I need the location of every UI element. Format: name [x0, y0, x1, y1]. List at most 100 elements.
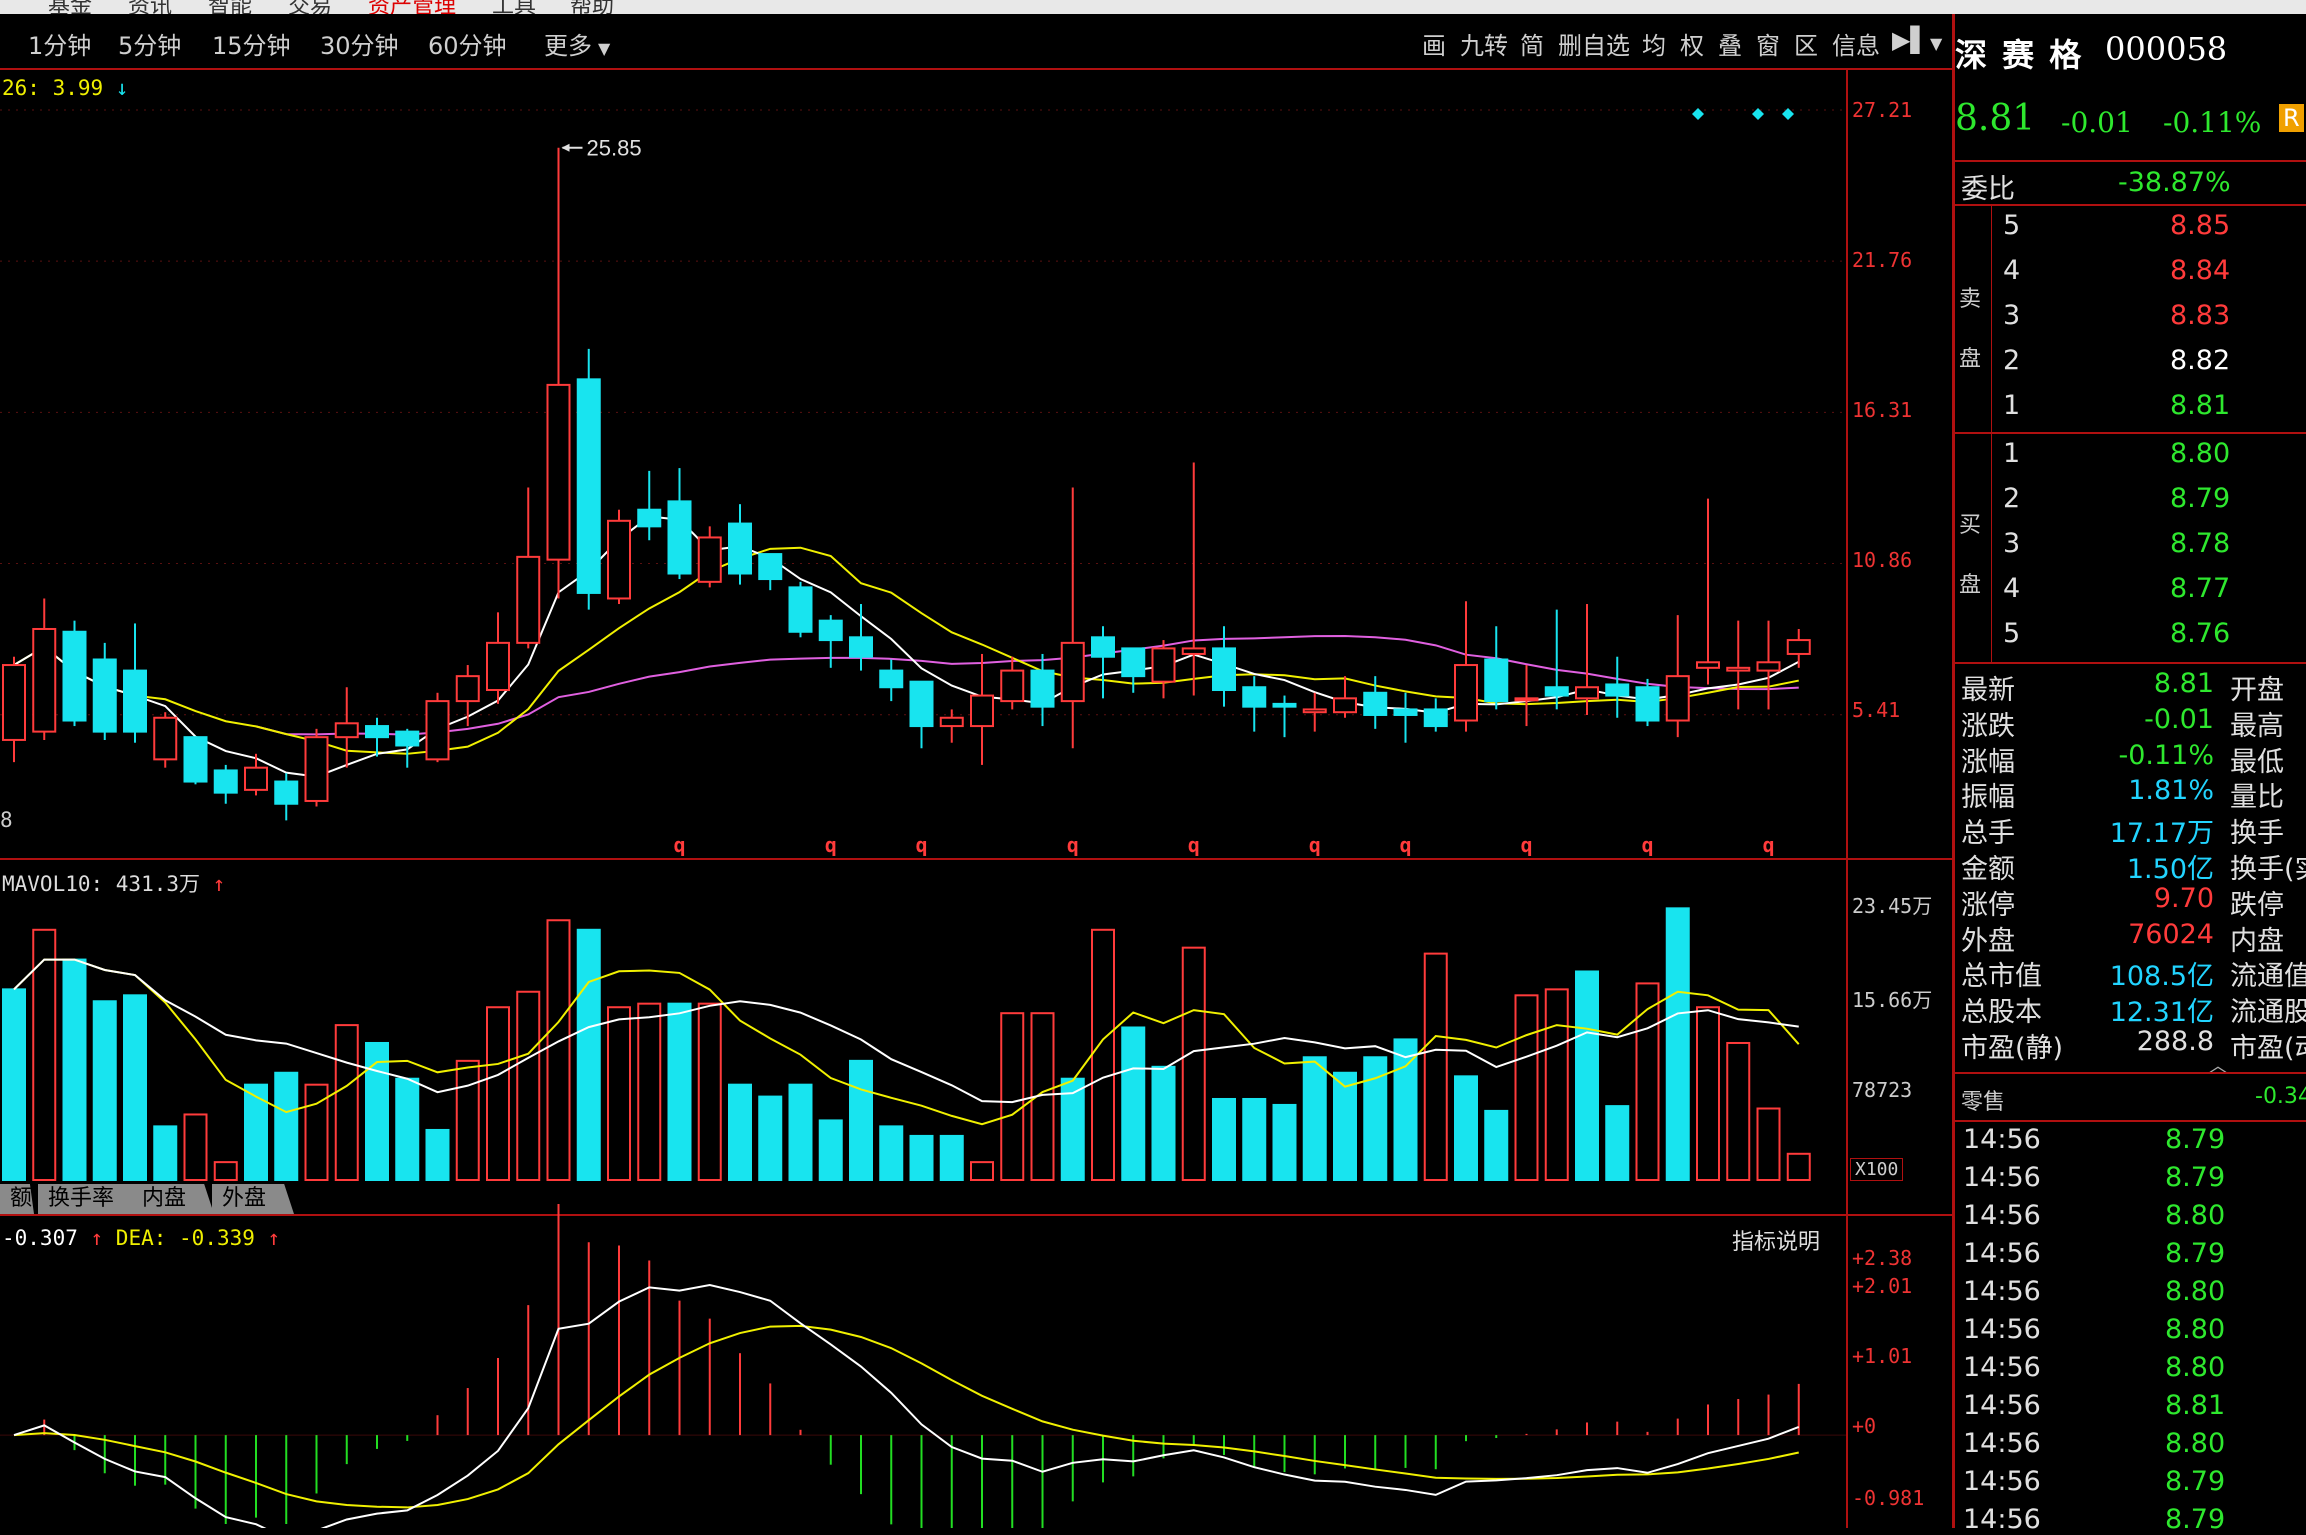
candle-up [1333, 697, 1357, 714]
divider [1955, 1072, 2306, 1074]
volume-bar-down [1272, 1103, 1297, 1181]
macd-axis-label: +2.01 [1852, 1274, 1913, 1298]
volume-bar-up [1091, 928, 1115, 1181]
candle-up [244, 766, 268, 791]
candle-down [1423, 708, 1448, 728]
signal-marker: q [674, 833, 686, 857]
volume-bar-up [1756, 1107, 1781, 1181]
volume-bar-up [516, 990, 541, 1182]
volume-bar-down [1212, 1097, 1236, 1182]
price-axis-label: 16.31 [1852, 398, 1913, 422]
stat-label: 总股本 [1961, 997, 2042, 1029]
candle-down [849, 636, 873, 658]
macd-axis-label: -0.981 [1852, 1486, 1925, 1510]
candle-down [1393, 708, 1418, 716]
volume-bar-down [1302, 1056, 1327, 1182]
volume-bar-up [1000, 1012, 1025, 1181]
candle-down [758, 553, 783, 581]
ask-level: 4 [2003, 255, 2021, 286]
volume-bar-down [1575, 970, 1599, 1182]
volume-bar-down [728, 1083, 752, 1182]
volume-bar-down [576, 928, 601, 1181]
ask-level: 1 [2003, 390, 2021, 421]
divider [1955, 662, 2306, 664]
ask-price[interactable]: 8.84 [2170, 255, 2230, 286]
ask-price[interactable]: 8.81 [2170, 390, 2230, 421]
candle-up [1756, 661, 1781, 672]
ask-price[interactable]: 8.83 [2170, 300, 2230, 331]
volume-bar-down [62, 958, 87, 1181]
signal-marker: q [825, 833, 837, 857]
candle-up [32, 627, 57, 733]
stat-label: 最新 [1961, 675, 2015, 706]
kline-chart-area[interactable]: 25.85 q q q q q q q q q q [0, 0, 1846, 1528]
stat-value: -0.01 [2144, 703, 2214, 735]
candle-down [909, 680, 934, 728]
candle-up [1454, 664, 1478, 722]
divider [1955, 160, 2306, 162]
quote-panel: 深 赛 格 000058 8.81 -0.01 -0.11% R 委比 -38.… [1955, 14, 2306, 1535]
ask-price[interactable]: 8.85 [2170, 210, 2230, 241]
candle-up [546, 383, 571, 561]
candle-up [1060, 641, 1085, 703]
volume-axis-label: 15.66万 [1852, 988, 1933, 1012]
price-axis-label: 10.86 [1852, 548, 1913, 572]
candle-up [425, 700, 450, 761]
candle-down [92, 658, 117, 733]
candle-down [395, 730, 420, 747]
ask-level: 2 [2003, 345, 2021, 376]
price-axis-label: 5.41 [1852, 698, 1901, 722]
candle-up [697, 536, 722, 583]
tick-price: 8.81 [2165, 1390, 2226, 1421]
candle-down [1030, 669, 1055, 708]
stat-label-secondary: 最低 [2230, 746, 2284, 778]
pin-icon[interactable]: ▶▌ [1892, 26, 1929, 54]
candle-down [576, 378, 601, 594]
bid-price[interactable]: 8.79 [2170, 483, 2230, 514]
volume-bar-up [970, 1161, 994, 1182]
ma5-line [13, 515, 1800, 778]
bid-level: 2 [2003, 483, 2021, 514]
bid-level: 4 [2003, 573, 2021, 604]
tick-price: 8.79 [2165, 1504, 2226, 1535]
volume-bar-down [1484, 1109, 1509, 1182]
volume-bar-up [637, 1002, 662, 1181]
tick-time: 14:56 [1963, 1124, 2041, 1155]
stat-label: 涨跌 [1961, 710, 2015, 742]
buy-side-label: 买盘 [1959, 513, 1982, 598]
ask-price[interactable]: 8.82 [2170, 345, 2230, 376]
candle-down [728, 522, 752, 575]
candle-up [1696, 661, 1720, 669]
volume-bar-down [1605, 1105, 1630, 1182]
peak-arrow-icon [561, 143, 570, 152]
ma10-line [13, 546, 1799, 755]
collapse-chevron-icon[interactable]: ︿ [2209, 1052, 2227, 1078]
candle-up [1151, 647, 1176, 683]
volume-axis-label: 23.45万 [1852, 894, 1933, 918]
candle-down [1635, 686, 1660, 722]
bid-price[interactable]: 8.76 [2170, 618, 2230, 649]
weibi-label: 委比 [1961, 174, 2015, 205]
signal-marker: q [1400, 833, 1412, 857]
tick-price: 8.80 [2165, 1352, 2226, 1383]
price-change: -0.01 [2061, 106, 2133, 139]
weibi-value: -38.87% [2118, 167, 2231, 198]
dropdown-arrow-icon[interactable]: ▼ [1930, 34, 1942, 53]
bid-price[interactable]: 8.77 [2170, 573, 2230, 604]
bid-price[interactable]: 8.78 [2170, 528, 2230, 559]
tick-price: 8.79 [2165, 1124, 2226, 1155]
volume-bar-down [1665, 907, 1690, 1182]
volume-bar-down [365, 1041, 389, 1182]
candle-down [1212, 647, 1236, 692]
bid-price[interactable]: 8.80 [2170, 438, 2230, 469]
stock-code: 000058 [2105, 30, 2228, 68]
candle-up [2, 664, 26, 741]
stat-value: 8.81 [2153, 668, 2214, 699]
candle-up [455, 675, 480, 703]
volume-bar-down [1333, 1071, 1357, 1182]
candle-up [304, 736, 329, 802]
signal-marker: q [1763, 833, 1775, 857]
volume-bar-down [909, 1134, 934, 1182]
tick-price: 8.80 [2165, 1428, 2226, 1459]
peak-price-label: 25.85 [587, 136, 642, 161]
